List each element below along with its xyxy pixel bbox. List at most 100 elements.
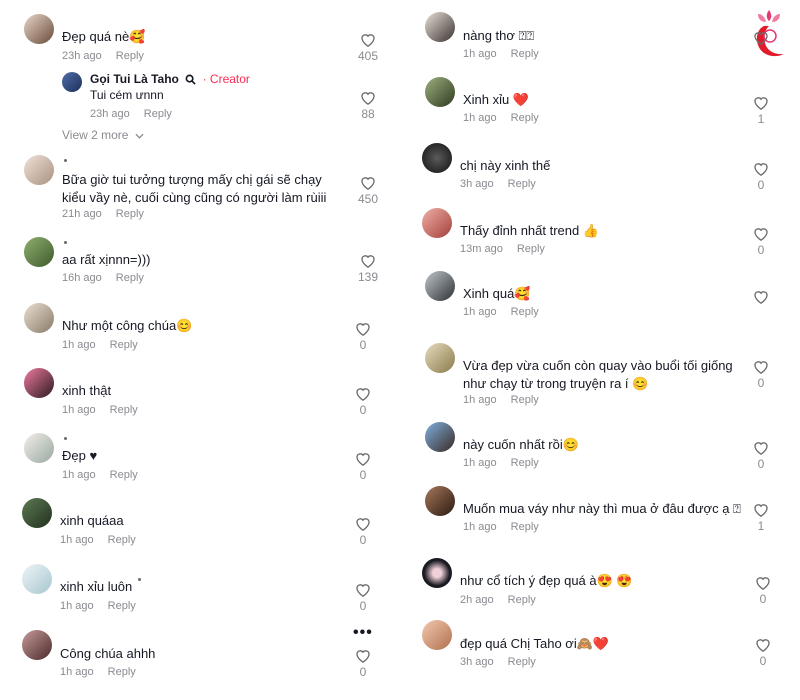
comment-time: 1h ago [463, 112, 497, 124]
avatar[interactable] [422, 143, 452, 173]
reply-button[interactable]: Reply [108, 666, 136, 678]
like-button[interactable]: 0 [749, 637, 777, 668]
reply-button[interactable]: Reply [116, 272, 144, 284]
heart-outline-icon [361, 92, 375, 105]
like-button[interactable]: 1 [747, 502, 775, 533]
like-button[interactable]: 0 [749, 575, 777, 606]
avatar[interactable] [24, 14, 54, 44]
like-button[interactable]: 139 [354, 253, 382, 284]
heart-outline-icon [356, 518, 370, 531]
comment-text: này cuốn nhất rồi😊 [463, 437, 579, 452]
reply-author[interactable]: Gọi Tui Là Taho [90, 72, 179, 86]
ellipsis-icon[interactable]: ••• [353, 624, 373, 642]
avatar[interactable] [24, 155, 54, 185]
like-button[interactable]: 0 [349, 321, 377, 352]
reply-button[interactable]: Reply [116, 50, 144, 62]
comment-meta: 3h ago Reply [460, 178, 536, 190]
view-more-label: View 2 more [62, 128, 129, 142]
comment-item: Đẹp quá nè🥰 23h ago Reply 405 [0, 12, 400, 72]
like-button[interactable]: 0 [747, 226, 775, 257]
avatar[interactable] [22, 630, 52, 660]
comment-text: Xinh xỉu ❤️ [463, 92, 530, 107]
search-badge-icon [185, 74, 196, 85]
reply-button[interactable]: Reply [116, 208, 144, 220]
heart-outline-icon [356, 584, 370, 597]
like-button[interactable]: 0 [349, 386, 377, 417]
avatar[interactable] [22, 564, 52, 594]
like-count: 0 [759, 654, 767, 668]
avatar[interactable] [22, 498, 52, 528]
comment-time: 2h ago [460, 594, 494, 606]
comment-time: 16h ago [62, 272, 102, 284]
like-button[interactable]: 0 [747, 161, 775, 192]
like-button[interactable]: 0 [349, 516, 377, 547]
comment-time: 1h ago [463, 48, 497, 60]
reply-button[interactable]: Reply [511, 394, 539, 406]
username-marker [64, 241, 67, 244]
avatar[interactable] [24, 433, 54, 463]
reply-button[interactable]: Reply [511, 457, 539, 469]
comments-column-left: Đẹp quá nè🥰 23h ago Reply 405 Gọi Tui Là … [0, 0, 400, 700]
view-more-replies[interactable]: View 2 more [62, 128, 144, 142]
like-button[interactable] [747, 30, 775, 47]
reply-button[interactable]: Reply [110, 469, 138, 481]
like-button[interactable] [747, 289, 775, 306]
comment-time: 3h ago [460, 656, 494, 668]
avatar[interactable] [425, 77, 455, 107]
avatar[interactable] [422, 558, 452, 588]
like-button[interactable]: 1 [747, 95, 775, 126]
avatar[interactable] [422, 208, 452, 238]
heart-outline-icon [754, 32, 768, 45]
comment-text: Vừa đẹp vừa cuốn còn quay vào buổi tối g… [463, 358, 733, 391]
like-button[interactable]: 0 [349, 648, 377, 679]
reply-button[interactable]: Reply [511, 306, 539, 318]
like-button[interactable]: 0 [349, 451, 377, 482]
like-count: 0 [359, 533, 367, 547]
like-button[interactable]: 405 [354, 32, 382, 63]
avatar[interactable] [425, 271, 455, 301]
reply-button[interactable]: Reply [517, 243, 545, 255]
reply-button[interactable]: Reply [108, 600, 136, 612]
reply-button[interactable]: Reply [511, 48, 539, 60]
comment-text: chị này xinh thế [460, 158, 551, 173]
comment-time: 1h ago [463, 394, 497, 406]
avatar[interactable] [425, 486, 455, 516]
avatar[interactable] [24, 237, 54, 267]
reply-button[interactable]: Reply [511, 521, 539, 533]
reply-button[interactable]: Reply [108, 534, 136, 546]
avatar[interactable] [422, 620, 452, 650]
avatar[interactable] [24, 368, 54, 398]
reply-button[interactable]: Reply [508, 656, 536, 668]
comment-meta: 1h ago Reply [463, 48, 539, 60]
comment-item: như cổ tích ý đẹp quá à😍 😍 2h ago Reply 0 [400, 558, 800, 618]
creator-avatar[interactable] [62, 72, 82, 92]
avatar[interactable] [425, 343, 455, 373]
reply-button[interactable]: Reply [511, 112, 539, 124]
like-count: 0 [759, 592, 767, 606]
reply-button[interactable]: Reply [508, 594, 536, 606]
like-button[interactable]: 0 [747, 440, 775, 471]
comment-item: aa rất xịnnn=))) 16h ago Reply 139 [0, 237, 400, 297]
reply-button[interactable]: Reply [110, 404, 138, 416]
like-count: 1 [757, 519, 765, 533]
reply-author-row: Gọi Tui Là Taho · Creator [90, 72, 250, 86]
comment-time: 3h ago [460, 178, 494, 190]
reply-button[interactable]: Reply [110, 339, 138, 351]
comment-item: xinh xỉu luôn 1h ago Reply 0 [0, 564, 400, 624]
like-button[interactable]: 450 [354, 175, 382, 206]
avatar[interactable] [425, 12, 455, 42]
comment-item: Bữa giờ tui tưởng tượng mấy chị gái sẽ c… [0, 155, 400, 225]
comment-meta: 2h ago Reply [460, 594, 536, 606]
like-count: 0 [757, 457, 765, 471]
avatar[interactable] [425, 422, 455, 452]
like-button[interactable]: 0 [747, 359, 775, 390]
reply-button[interactable]: Reply [508, 178, 536, 190]
like-button[interactable]: 0 [349, 582, 377, 613]
avatar[interactable] [24, 303, 54, 333]
comment-time: 1h ago [60, 666, 94, 678]
comment-meta: 3h ago Reply [460, 656, 536, 668]
reply-button[interactable]: Reply [144, 108, 172, 120]
username-marker [64, 437, 67, 440]
comment-meta: 1h ago Reply [463, 112, 539, 124]
like-button[interactable]: 88 [354, 90, 382, 121]
